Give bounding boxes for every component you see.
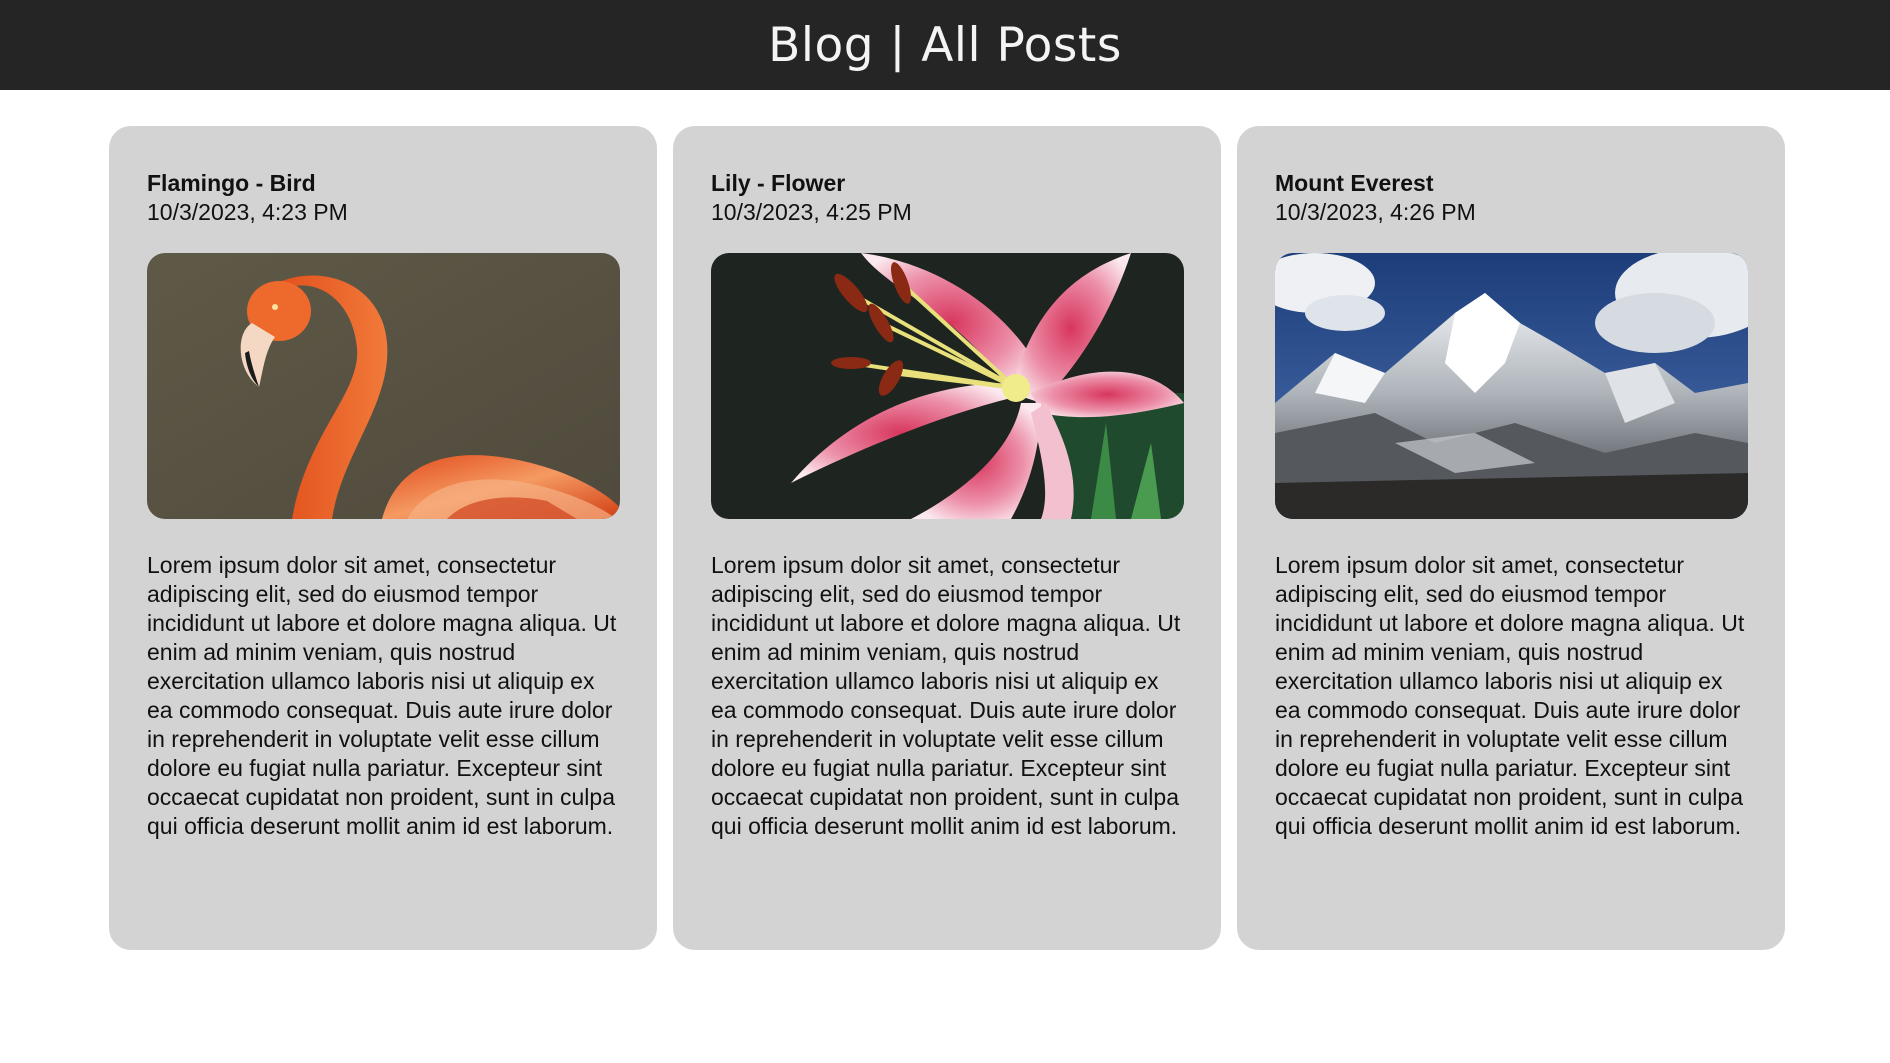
- lily-image[interactable]: [711, 253, 1184, 519]
- post-card-flamingo[interactable]: Flamingo - Bird 10/3/2023, 4:23 PM Lorem…: [109, 126, 657, 950]
- post-card-lily[interactable]: Lily - Flower 10/3/2023, 4:25 PM Lorem i…: [673, 126, 1221, 950]
- post-title[interactable]: Lily - Flower: [711, 168, 1183, 198]
- mountain-image[interactable]: [1275, 253, 1748, 519]
- page-header: Blog | All Posts: [0, 0, 1890, 90]
- post-date: 10/3/2023, 4:23 PM: [147, 199, 348, 225]
- post-excerpt: Lorem ipsum dolor sit amet, consectetur …: [1275, 552, 1745, 839]
- page-title: Blog | All Posts: [768, 17, 1122, 73]
- post-card-everest[interactable]: Mount Everest 10/3/2023, 4:26 PM Lorem i…: [1237, 126, 1785, 950]
- post-title[interactable]: Flamingo - Bird: [147, 168, 619, 198]
- post-excerpt: Lorem ipsum dolor sit amet, consectetur …: [711, 552, 1181, 839]
- post-date: 10/3/2023, 4:26 PM: [1275, 199, 1476, 225]
- post-excerpt: Lorem ipsum dolor sit amet, consectetur …: [147, 552, 617, 839]
- post-title[interactable]: Mount Everest: [1275, 168, 1747, 198]
- flamingo-image[interactable]: [147, 253, 620, 519]
- post-date: 10/3/2023, 4:25 PM: [711, 199, 912, 225]
